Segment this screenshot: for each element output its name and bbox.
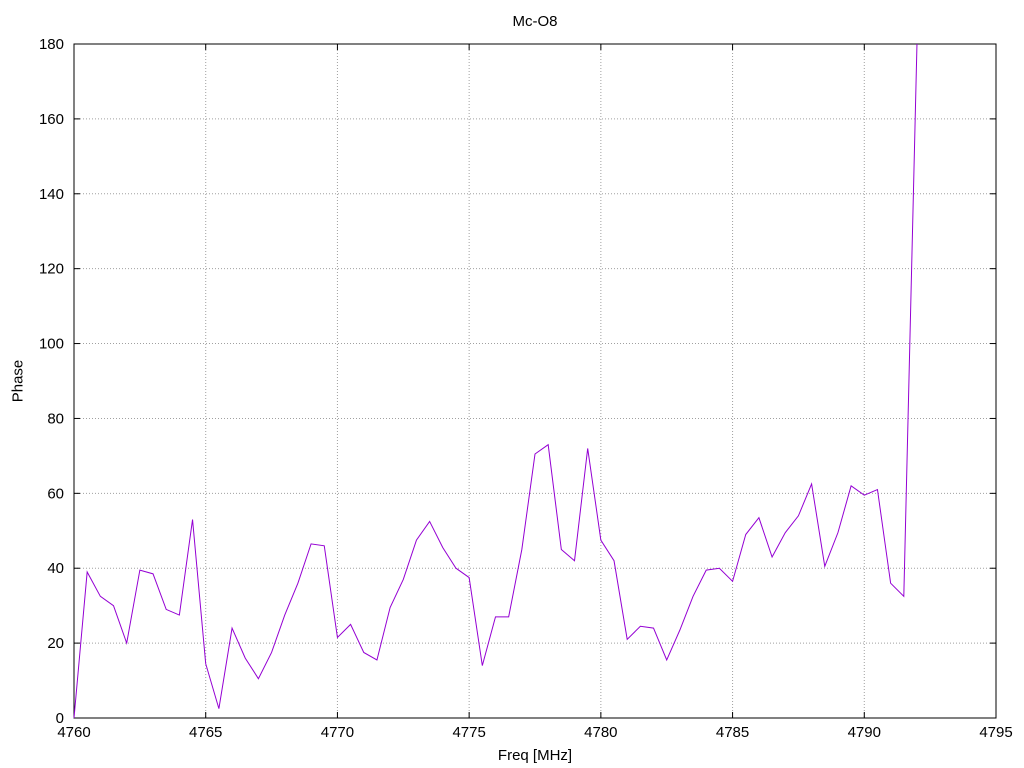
y-tick-label: 40 bbox=[47, 560, 64, 577]
x-tick-label: 4775 bbox=[452, 724, 485, 741]
grid-lines bbox=[74, 44, 996, 718]
x-tick-label: 4785 bbox=[716, 724, 749, 741]
y-tick-label: 180 bbox=[39, 36, 64, 53]
phase-chart: 4760 4765 4770 4775 4780 4785 4790 479502040608… bbox=[9, 13, 1013, 764]
plot-frame bbox=[73, 43, 997, 719]
y-tick-label: 0 bbox=[56, 710, 64, 727]
y-tick-label: 20 bbox=[47, 635, 64, 652]
x-tick-label: 4780 bbox=[584, 724, 617, 741]
chart-title: Mc-O8 bbox=[513, 13, 558, 30]
y-tick-label: 140 bbox=[39, 186, 64, 203]
tick-labels: 4760 4765 4770 4775 4780 4785 4790 479502040608… bbox=[39, 36, 1013, 741]
y-axis-label: Phase bbox=[9, 360, 26, 403]
x-tick-label: 4795 bbox=[979, 724, 1012, 741]
y-tick-label: 120 bbox=[39, 261, 64, 278]
y-tick-label: 160 bbox=[39, 111, 64, 128]
y-tick-label: 60 bbox=[47, 485, 64, 502]
y-tick-label: 80 bbox=[47, 410, 64, 427]
x-tick-label: 4790 bbox=[848, 724, 881, 741]
x-tick-label: 4765 bbox=[189, 724, 222, 741]
y-tick-label: 100 bbox=[39, 336, 64, 353]
x-axis-label: Freq [MHz] bbox=[498, 747, 572, 764]
phase-series-line bbox=[73, 43, 918, 719]
x-tick-label: 4770 bbox=[321, 724, 354, 741]
axis-ticks bbox=[73, 43, 997, 719]
